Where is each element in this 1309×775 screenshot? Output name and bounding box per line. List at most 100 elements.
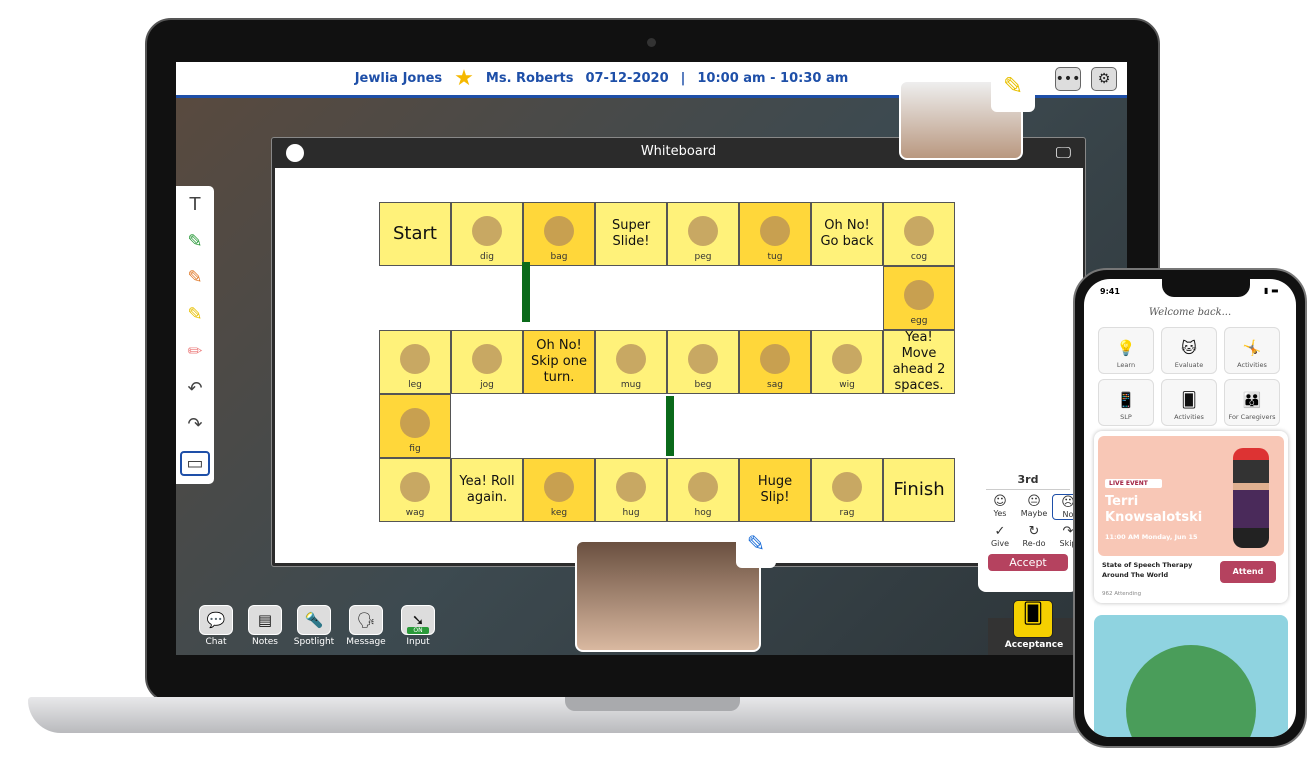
green-marker-icon[interactable]: ✎ [187, 231, 202, 252]
toolbar-label: Input [406, 637, 430, 647]
space-picture [400, 344, 430, 374]
space-label: rag [839, 508, 855, 518]
marker-icon: ✎ [736, 532, 776, 568]
space-picture [472, 344, 502, 374]
clipboard-icon: ▤ [248, 605, 282, 635]
space-picture [544, 472, 574, 502]
space-picture [688, 472, 718, 502]
tile-evaluate[interactable]: 🐱 Evaluate [1161, 327, 1217, 374]
space-label: Yea! Roll again. [459, 473, 515, 505]
event-card: LIVE EVENT Terri Knowsalotski 11:00 AM M… [1094, 431, 1288, 603]
option-give[interactable]: ✓ Give [984, 524, 1016, 548]
speaker-first-name: Terri [1105, 494, 1139, 509]
board-space: egg [883, 266, 955, 330]
acceptance-popup: 3rd ☺ Yes 😐 Maybe ☹ No ✓ Give ↻ Re-do ↷ Skip Accept [978, 466, 1084, 592]
board-space: Huge Slip! [739, 458, 811, 522]
status-time: 9:41 [1100, 287, 1120, 296]
space-picture [760, 216, 790, 246]
tile-label: Activities [1237, 361, 1267, 369]
space-label: Yea! Move ahead 2 spaces. [892, 329, 946, 394]
toolbar-message-button[interactable]: 🗣 Message [344, 605, 388, 647]
space-label: wig [839, 380, 855, 390]
board-space: Yea! Roll again. [451, 458, 523, 522]
text-tool-icon[interactable]: T [190, 194, 201, 215]
space-label: cog [910, 252, 928, 262]
attend-button[interactable]: Attend [1220, 561, 1276, 583]
ellipsis-icon: ••• [1055, 71, 1081, 87]
space-label: Start [393, 222, 437, 244]
toolbar-input-button[interactable]: ➘ ON Input [396, 605, 440, 647]
board-space: dig [451, 202, 523, 266]
space-label: tug [767, 252, 783, 262]
board-space: rag [811, 458, 883, 522]
tile-slp[interactable]: 📱 SLP [1098, 379, 1154, 426]
tile-label: Activities [1174, 413, 1204, 421]
space-label: mug [620, 380, 642, 390]
space-label: hog [694, 508, 712, 518]
board-space: Yea! Move ahead 2 spaces. [883, 330, 955, 394]
tile-label: SLP [1120, 413, 1132, 421]
tile-icon: 🤸 [1242, 339, 1262, 357]
toolbar-notes-button[interactable]: ▤ Notes [243, 605, 287, 647]
board-space: bag [523, 202, 595, 266]
board-space: leg [379, 330, 451, 394]
space-label: beg [694, 380, 712, 390]
tile-label: For Caregivers [1228, 413, 1276, 421]
drawing-tools: T ✎ ✎ ✎ ✏ ↶ ↷ ▭ [176, 186, 214, 484]
tile-activities[interactable]: 🤸 Activities [1224, 327, 1280, 374]
pencil-icon[interactable]: ✏ [187, 341, 202, 362]
board-space: Super Slide! [595, 202, 667, 266]
window-dot-button[interactable] [286, 144, 304, 162]
tile-icon: 💡 [1116, 339, 1136, 357]
tile-for-caregivers[interactable]: 👪 For Caregivers [1224, 379, 1280, 426]
space-label: egg [910, 316, 928, 326]
option-label: No [1062, 510, 1074, 519]
orange-marker-icon[interactable]: ✎ [187, 267, 202, 288]
option-re-do[interactable]: ↻ Re-do [1018, 524, 1050, 548]
toolbar-chat-button[interactable]: 💬 Chat [194, 605, 238, 647]
board-space: Oh No! Skip one turn. [523, 330, 595, 394]
session-date: 07-12-2020 [585, 71, 669, 86]
space-picture [544, 216, 574, 246]
screen-share-icon[interactable]: 🖵 [1056, 143, 1071, 163]
cards-icon[interactable]: 🂠 [1013, 600, 1053, 638]
space-picture [616, 472, 646, 502]
highlighter-icon[interactable]: ✎ [187, 304, 202, 325]
option-icon: ✓ [994, 524, 1006, 539]
option-icon: 😐 [1027, 494, 1041, 509]
phone-screen: 9:41 ▮ ▬ Welcome back... LIVE EVENT Terr… [1084, 279, 1296, 737]
option-icon: ↻ [1028, 524, 1040, 539]
whiteboard-canvas[interactable]: Start dig bag Super Slide! peg tug Oh No! Go b… [275, 168, 1083, 563]
space-label: Huge Slip! [757, 473, 793, 505]
space-label: dig [480, 252, 494, 262]
event-banner: LIVE EVENT Terri Knowsalotski 11:00 AM M… [1098, 436, 1284, 556]
accept-button[interactable]: Accept [988, 554, 1068, 571]
second-event-card[interactable] [1094, 615, 1288, 737]
space-picture [904, 280, 934, 310]
space-label: Oh No! Skip one turn. [531, 337, 587, 386]
space-picture [832, 344, 862, 374]
acceptance-button-label[interactable]: Acceptance [998, 640, 1070, 650]
option-label: Maybe [1020, 509, 1048, 518]
option-maybe[interactable]: 😐 Maybe [1018, 494, 1050, 520]
space-label: leg [408, 380, 422, 390]
more-button[interactable]: ••• [1055, 67, 1081, 91]
tile-activities[interactable]: 🂠 Activities [1161, 379, 1217, 426]
space-picture [472, 216, 502, 246]
option-yes[interactable]: ☺ Yes [984, 494, 1016, 520]
app-screen: Jewlia Jones ★ Ms. Roberts 07-12-2020 | … [176, 62, 1127, 655]
space-picture [688, 216, 718, 246]
input-on-badge: ON [407, 627, 429, 634]
toolbar-spotlight-button[interactable]: 🔦 Spotlight [292, 605, 336, 647]
globe-illustration [1126, 645, 1256, 737]
space-picture [400, 408, 430, 438]
eraser-icon[interactable]: ▭ [180, 451, 210, 477]
settings-button[interactable]: ⚙ [1091, 67, 1117, 91]
tile-learn[interactable]: 💡 Learn [1098, 327, 1154, 374]
teacher-name: Ms. Roberts [485, 71, 574, 86]
redo-icon[interactable]: ↷ [187, 414, 202, 435]
board-space: beg [667, 330, 739, 394]
separator: | [680, 71, 686, 86]
board-space: fig [379, 394, 451, 458]
undo-icon[interactable]: ↶ [187, 378, 202, 399]
